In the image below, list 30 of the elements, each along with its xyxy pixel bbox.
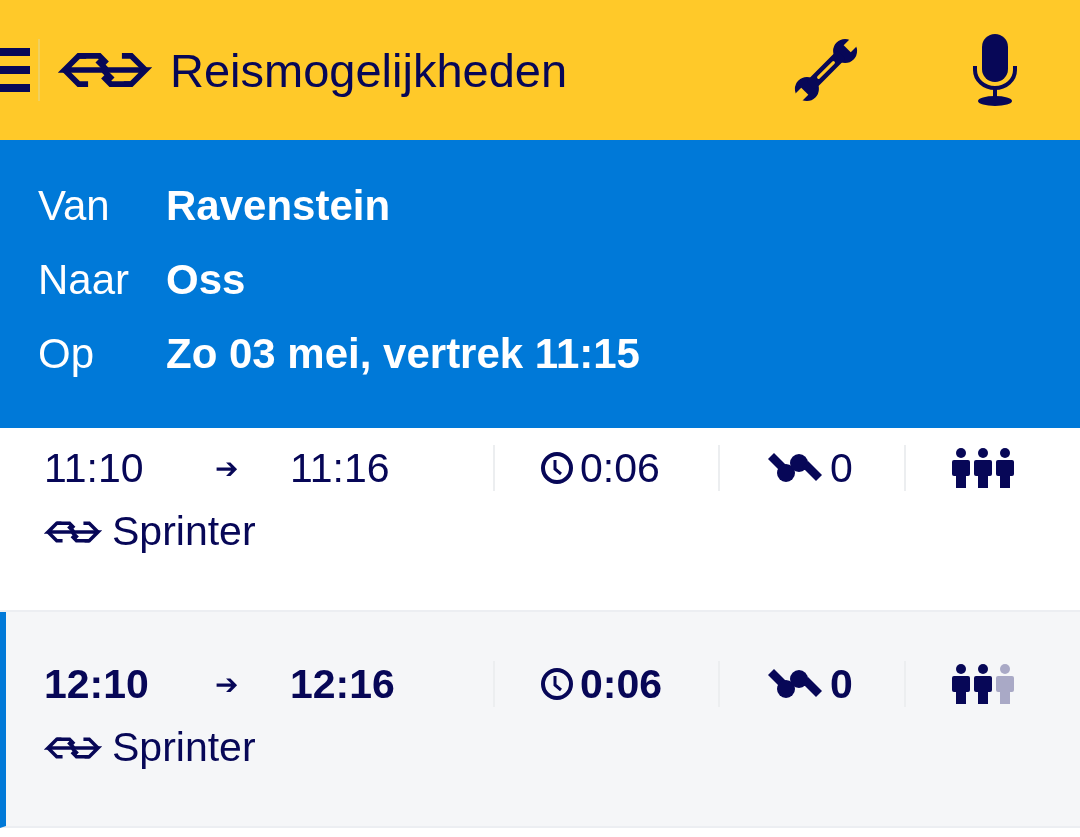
train-logo-icon (44, 735, 102, 760)
field-value: Zo 03 mei, vertrek 11:15 (166, 330, 641, 378)
field-label: Op (38, 330, 96, 378)
duration: 0:06 (580, 660, 663, 708)
field-value: Oss (166, 256, 247, 304)
arrival-time: 12:16 (290, 660, 396, 708)
departure-time: 11:10 (44, 444, 145, 492)
clock-icon (540, 451, 574, 485)
window-title: Reismogelijkheden (170, 42, 568, 98)
field-label: Van (38, 182, 111, 230)
transfer-icon (766, 453, 822, 483)
arrow-icon: ➔ (215, 451, 290, 485)
menu-button[interactable] (0, 48, 30, 92)
clock-icon (540, 667, 574, 701)
arrival-time: 11:16 (290, 444, 391, 492)
train-type: Sprinter (112, 724, 256, 771)
arrow-icon: ➔ (215, 667, 290, 701)
transfer-count: 0 (830, 660, 853, 708)
transfer-count: 0 (830, 444, 853, 492)
field-label: Naar (38, 256, 131, 304)
field-value: Ravenstein (166, 182, 392, 230)
microphone-button[interactable] (972, 34, 1018, 106)
train-logo-icon (44, 519, 102, 544)
logo-icon (58, 51, 152, 89)
departure-time: 12:10 (44, 660, 150, 708)
trip-row[interactable]: 12:10 ➔ 12:16 0:06 0 Sprinter (0, 612, 1080, 828)
microphone-icon (972, 34, 1018, 106)
duration: 0:06 (580, 444, 660, 492)
transfer-icon (766, 669, 822, 699)
train-type: Sprinter (112, 508, 256, 555)
